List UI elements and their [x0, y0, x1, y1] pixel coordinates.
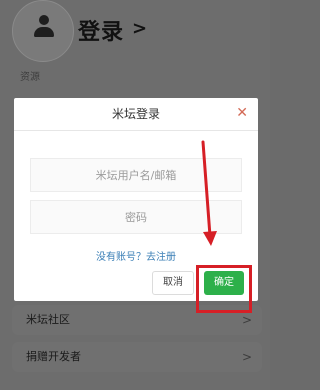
user-icon: [34, 15, 54, 39]
register-link[interactable]: 没有账号？去注册: [14, 248, 258, 263]
divider: [14, 130, 258, 131]
annotation-highlight-box: [196, 265, 252, 313]
avatar[interactable]: [12, 0, 74, 62]
chevron-right-icon: >: [132, 18, 148, 39]
cancel-button[interactable]: 取消: [152, 271, 194, 295]
menu-item-label: 捐赠开发者: [26, 350, 81, 363]
menu-item-donate-developer[interactable]: 捐赠开发者 >: [12, 342, 262, 372]
username-input[interactable]: [31, 159, 241, 191]
chevron-right-icon: >: [241, 350, 252, 364]
section-label-resources: 资源: [20, 72, 40, 83]
password-field[interactable]: [30, 200, 242, 234]
menu-item-label: 米坛社区: [26, 313, 70, 326]
account-header[interactable]: 登录 >: [8, 0, 270, 62]
login-title[interactable]: 登录: [78, 14, 124, 46]
close-icon[interactable]: ✕: [236, 105, 248, 121]
dialog-title: 米坛登录: [111, 107, 160, 121]
username-field[interactable]: [30, 158, 242, 192]
password-input[interactable]: [31, 201, 241, 233]
